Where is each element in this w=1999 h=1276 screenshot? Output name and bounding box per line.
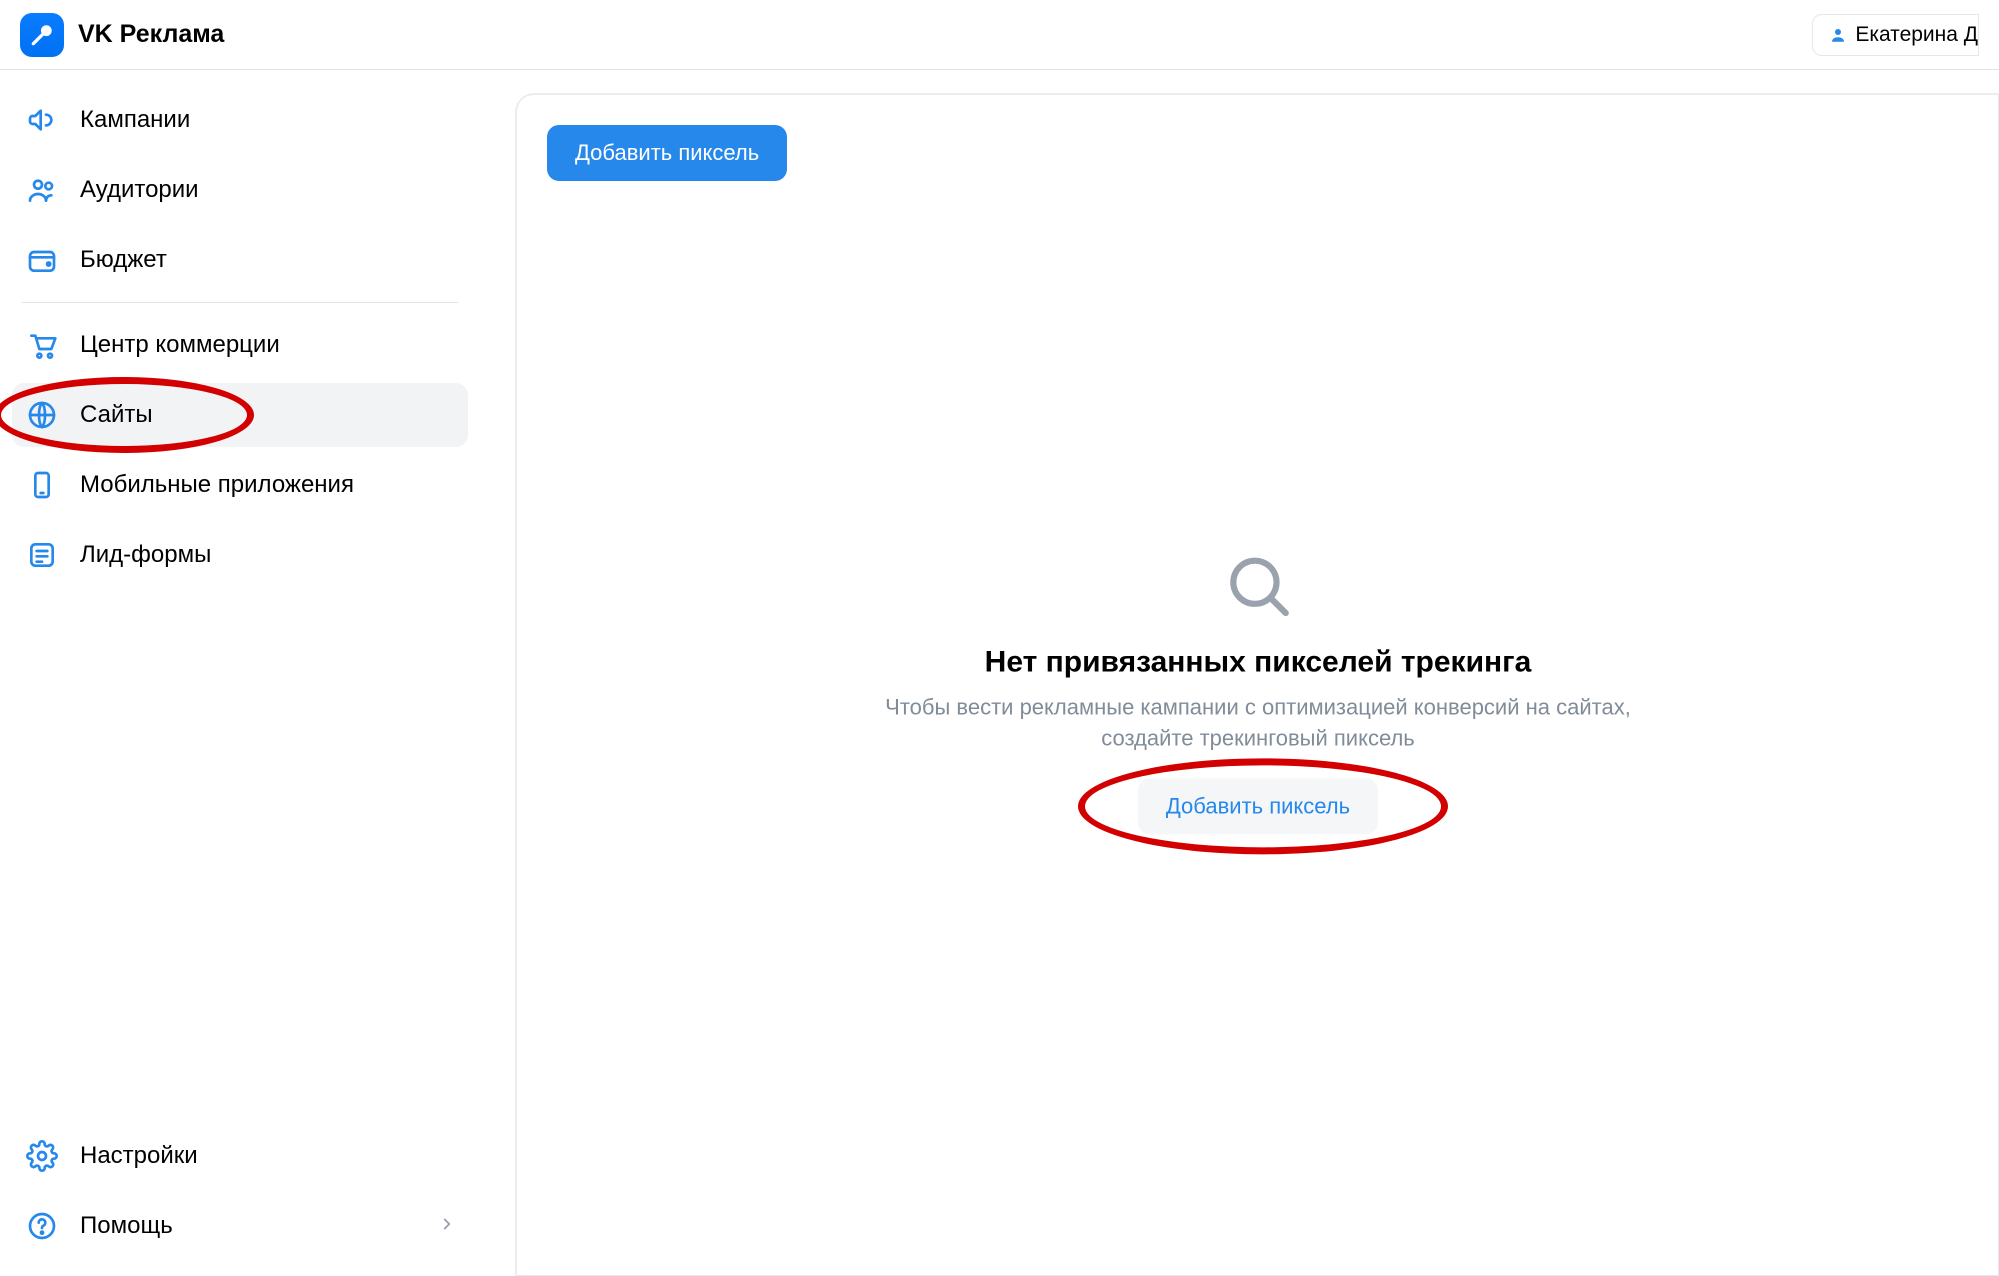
- sidebar-item-label: Помощь: [80, 1212, 173, 1240]
- gear-icon: [24, 1138, 60, 1174]
- sidebar-item-audiences[interactable]: Аудитории: [12, 158, 468, 222]
- form-icon: [24, 537, 60, 573]
- sidebar-item-mobile-apps[interactable]: Мобильные приложения: [12, 453, 468, 517]
- cart-icon: [24, 327, 60, 363]
- sidebar-item-commerce-center[interactable]: Центр коммерции: [12, 313, 468, 377]
- help-icon: [24, 1208, 60, 1244]
- chevron-right-icon: [438, 1215, 456, 1238]
- sidebar-item-sites[interactable]: Сайты: [12, 383, 468, 447]
- empty-state: Нет привязанных пикселей трекинга Чтобы …: [868, 548, 1648, 835]
- sidebar-item-label: Лид-формы: [80, 541, 211, 569]
- user-name: Екатерина Д: [1855, 23, 1978, 47]
- sidebar-item-label: Центр коммерции: [80, 331, 280, 359]
- sidebar-divider: [22, 302, 458, 303]
- brand-logo-icon: [20, 13, 64, 57]
- sidebar-item-lead-forms[interactable]: Лид-формы: [12, 523, 468, 587]
- sidebar-item-label: Сайты: [80, 401, 153, 429]
- add-pixel-secondary-button[interactable]: Добавить пиксель: [1138, 779, 1378, 835]
- brand-title: VK Реклама: [78, 20, 224, 49]
- add-pixel-button[interactable]: Добавить пиксель: [547, 125, 787, 181]
- empty-state-description: Чтобы вести рекламные кампании с оптимиз…: [868, 691, 1648, 755]
- sidebar-item-label: Аудитории: [80, 176, 199, 204]
- mobile-icon: [24, 467, 60, 503]
- search-icon: [1221, 548, 1295, 627]
- content-card: Добавить пиксель Нет привязанных пикселе…: [516, 94, 1999, 1276]
- brand[interactable]: VK Реклама: [20, 13, 224, 57]
- user-icon: [1829, 26, 1847, 44]
- wallet-icon: [24, 242, 60, 278]
- megaphone-icon: [24, 102, 60, 138]
- sidebar-item-campaigns[interactable]: Кампании: [12, 88, 468, 152]
- main-content: Добавить пиксель Нет привязанных пикселе…: [480, 70, 1999, 1276]
- topbar: VK Реклама Екатерина Д: [0, 0, 1999, 70]
- sidebar-item-label: Бюджет: [80, 246, 167, 274]
- sidebar-item-label: Мобильные приложения: [80, 471, 354, 499]
- sidebar: Кампании Аудитории Бюджет: [0, 70, 480, 1276]
- users-icon: [24, 172, 60, 208]
- sidebar-item-help[interactable]: Помощь: [12, 1194, 468, 1258]
- sidebar-item-label: Кампании: [80, 106, 190, 134]
- globe-icon: [24, 397, 60, 433]
- empty-state-title: Нет привязанных пикселей трекинга: [985, 645, 1532, 679]
- sidebar-item-label: Настройки: [80, 1142, 198, 1170]
- sidebar-item-settings[interactable]: Настройки: [12, 1124, 468, 1188]
- sidebar-item-budget[interactable]: Бюджет: [12, 228, 468, 292]
- user-account-chip[interactable]: Екатерина Д: [1812, 14, 1979, 56]
